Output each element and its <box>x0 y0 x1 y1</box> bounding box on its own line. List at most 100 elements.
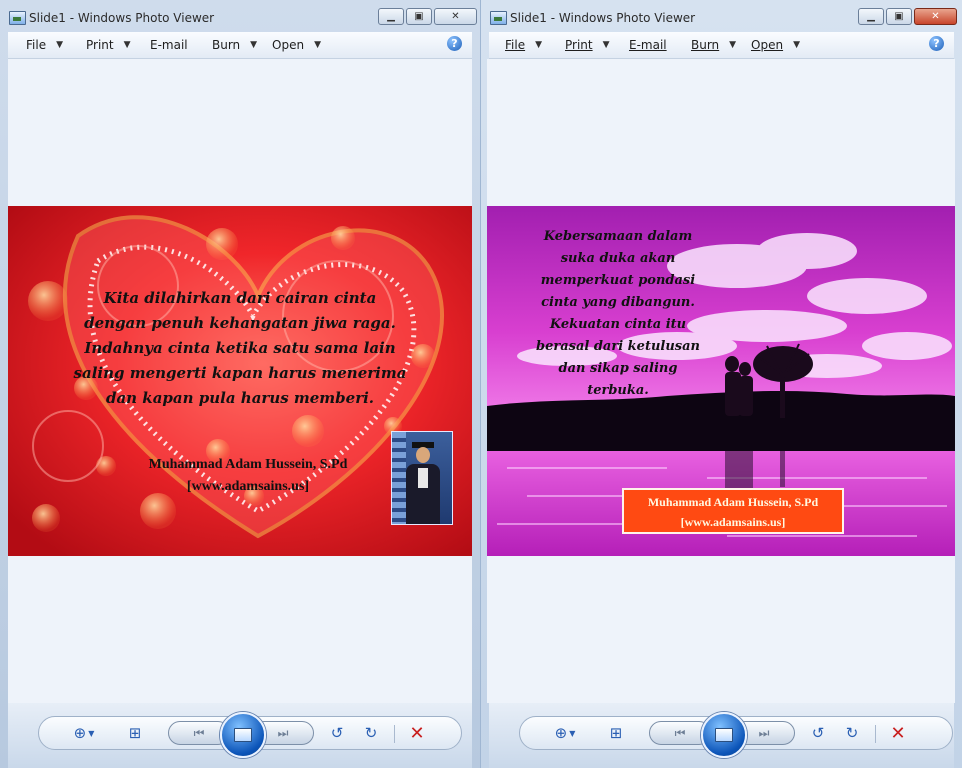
menu-bar: File ▼ Print ▼ E-mail Burn ▼ Open ▼ ? <box>489 32 954 59</box>
author-box: Muhammad Adam Hussein, S.Pd [www.adamsai… <box>622 488 844 534</box>
menu-file[interactable]: File ▼ <box>26 38 63 52</box>
app-icon <box>490 11 507 25</box>
photo-image: Kita dilahirkan dari cairan cinta dengan… <box>8 206 472 556</box>
actual-size-icon: ⊞ <box>609 724 623 742</box>
minimize-button[interactable]: ▁ <box>378 8 404 25</box>
author-website: [www.adamsains.us] <box>186 479 310 494</box>
rotate-right-icon: ↻ <box>364 724 378 742</box>
photo-viewer-window-right: Slide1 - Windows Photo Viewer ▁ ▣ ✕ File… <box>481 0 962 768</box>
author-block: Muhammad Adam Hussein, S.Pd [www.adamsai… <box>128 454 368 498</box>
window-controls: ▁ ▣ ✕ <box>856 8 957 27</box>
menu-print-label: Print <box>565 38 593 52</box>
close-icon: ✕ <box>931 11 940 22</box>
menu-burn[interactable]: Burn ▼ <box>212 38 257 52</box>
rotate-left-button[interactable]: ↺ <box>326 723 348 743</box>
zoom-button[interactable]: ⊕ ▼ <box>66 723 102 743</box>
close-button[interactable]: ✕ <box>914 8 957 25</box>
slideshow-button[interactable] <box>701 712 747 758</box>
delete-icon: ✕ <box>409 722 425 744</box>
menu-open[interactable]: Open ▼ <box>751 38 800 52</box>
menu-open-label: Open <box>272 38 305 52</box>
menu-bar: File ▼ Print ▼ E-mail Burn ▼ Open ▼ ? <box>8 32 472 59</box>
navigation-group: ⏮ ⏭ <box>649 712 799 758</box>
title-bar[interactable]: Slide1 - Windows Photo Viewer ▁ ▣ ✕ <box>481 0 962 32</box>
rotate-right-button[interactable]: ↻ <box>841 723 863 743</box>
close-button[interactable]: ✕ <box>434 8 477 25</box>
menu-email[interactable]: E-mail <box>629 38 667 52</box>
chevron-down-icon: ▼ <box>314 40 321 50</box>
zoom-icon: ⊕ <box>73 724 87 742</box>
toolbar-divider <box>394 725 395 743</box>
quote-line: memperkuat pondasi <box>540 273 696 288</box>
menu-email[interactable]: E-mail <box>150 38 188 52</box>
minimize-button[interactable]: ▁ <box>858 8 884 25</box>
menu-open[interactable]: Open ▼ <box>272 38 321 52</box>
slideshow-button[interactable] <box>220 712 266 758</box>
toolbar-divider <box>875 725 876 743</box>
menu-open-label: Open <box>751 38 784 52</box>
quote-line: berasal dari ketulusan <box>536 339 700 354</box>
close-icon: ✕ <box>451 11 460 22</box>
quote-line: suka duka akan <box>560 251 676 266</box>
playback-toolbar: ⊕ ▼ ⊞ ⏮ ⏭ ↺ ↻ ✕ <box>489 703 954 768</box>
delete-icon: ✕ <box>890 722 906 744</box>
chevron-down-icon: ▼ <box>602 40 610 50</box>
chevron-down-icon: ▼ <box>123 40 131 50</box>
quote-line: Kekuatan cinta itu <box>549 317 687 332</box>
quote-line: dengan penuh kehangatan jiwa raga. <box>84 314 396 332</box>
quote-line: Indahnya cinta ketika satu sama lain <box>84 339 396 357</box>
minimize-icon: ▁ <box>867 11 875 22</box>
navigation-group: ⏮ ⏭ <box>168 712 318 758</box>
actual-size-button[interactable]: ⊞ <box>124 723 146 743</box>
menu-print-label: Print <box>86 38 114 52</box>
chevron-down-icon: ▼ <box>56 40 64 50</box>
title-bar[interactable]: Slide1 - Windows Photo Viewer ▁ ▣ ✕ <box>0 0 480 32</box>
menu-burn-label: Burn <box>212 38 241 52</box>
delete-button[interactable]: ✕ <box>406 722 428 744</box>
author-website: [www.adamsains.us] <box>680 515 786 529</box>
maximize-button[interactable]: ▣ <box>886 8 912 25</box>
chevron-down-icon: ▼ <box>729 40 737 50</box>
chevron-down-icon: ▼ <box>569 728 576 738</box>
window-title: Slide1 - Windows Photo Viewer <box>510 11 696 25</box>
chevron-down-icon: ▼ <box>88 728 95 738</box>
help-icon[interactable]: ? <box>447 36 462 51</box>
previous-icon: ⏮ <box>193 725 205 740</box>
maximize-icon: ▣ <box>414 11 424 22</box>
rotate-left-icon: ↺ <box>811 724 825 742</box>
next-icon: ⏭ <box>277 725 289 740</box>
help-icon[interactable]: ? <box>929 36 944 51</box>
delete-button[interactable]: ✕ <box>887 722 909 744</box>
playback-toolbar: ⊕ ▼ ⊞ ⏮ ⏭ ↺ ↻ ✕ <box>8 703 472 768</box>
author-name: Muhammad Adam Hussein, S.Pd <box>647 495 819 509</box>
window-title: Slide1 - Windows Photo Viewer <box>29 11 215 25</box>
menu-print[interactable]: Print ▼ <box>565 38 610 52</box>
menu-burn[interactable]: Burn ▼ <box>691 38 736 52</box>
next-icon: ⏭ <box>758 725 770 740</box>
quote-line: dan kapan pula harus memberi. <box>105 389 375 407</box>
zoom-button[interactable]: ⊕ ▼ <box>547 723 583 743</box>
maximize-icon: ▣ <box>894 11 904 22</box>
quote-line: Kebersamaan dalam <box>543 229 693 244</box>
chevron-down-icon: ▼ <box>250 40 258 50</box>
quote-line: dan sikap saling <box>558 361 678 376</box>
rotate-left-button[interactable]: ↺ <box>807 723 829 743</box>
actual-size-button[interactable]: ⊞ <box>605 723 627 743</box>
quote-line: cinta yang dibangun. <box>541 295 695 310</box>
menu-print[interactable]: Print ▼ <box>86 38 131 52</box>
author-portrait <box>391 431 453 525</box>
image-view-area: Kebersamaan dalam suka duka akan memperk… <box>487 59 955 703</box>
maximize-button[interactable]: ▣ <box>406 8 432 25</box>
menu-file-label: File <box>26 38 47 52</box>
actual-size-icon: ⊞ <box>128 724 142 742</box>
menu-email-label: E-mail <box>629 38 667 52</box>
quote-line: terbuka. <box>587 383 649 398</box>
previous-icon: ⏮ <box>674 725 686 740</box>
chevron-down-icon: ▼ <box>793 40 800 50</box>
author-name: Muhammad Adam Hussein, S.Pd <box>148 457 348 472</box>
rotate-right-icon: ↻ <box>845 724 859 742</box>
rotate-left-icon: ↺ <box>330 724 344 742</box>
menu-file[interactable]: File ▼ <box>505 38 542 52</box>
app-icon <box>9 11 26 25</box>
rotate-right-button[interactable]: ↻ <box>360 723 382 743</box>
